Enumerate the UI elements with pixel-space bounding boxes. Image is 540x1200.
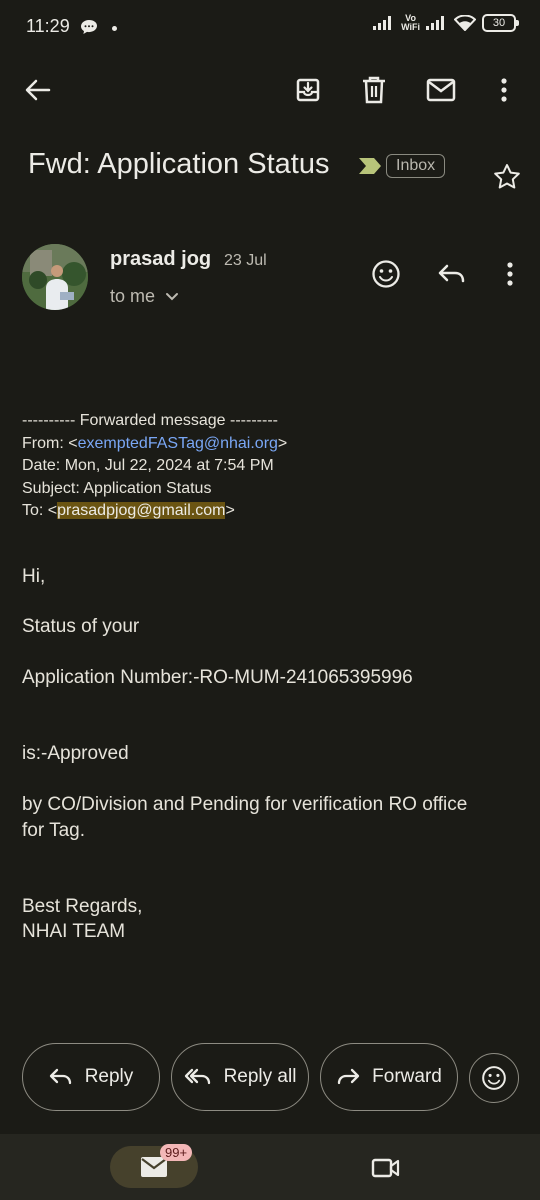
- message-more-button[interactable]: [498, 256, 522, 292]
- body-regards: Best Regards,: [22, 896, 143, 917]
- reply-all-button[interactable]: Reply all: [171, 1043, 309, 1111]
- reply-icon: [438, 264, 465, 283]
- body-approved: is:-Approved: [22, 743, 129, 764]
- delete-button[interactable]: [356, 72, 392, 108]
- wifi-icon: [454, 15, 476, 31]
- forward-label: Forward: [372, 1066, 442, 1087]
- emoji-icon: [372, 260, 400, 288]
- react-emoji-button[interactable]: [368, 256, 404, 292]
- bottom-navigation: [0, 1134, 540, 1200]
- star-icon[interactable]: [493, 163, 521, 191]
- important-marker-icon[interactable]: [358, 156, 382, 176]
- recipient-text: to me: [110, 286, 156, 306]
- more-vert-icon: [507, 262, 513, 286]
- reply-button-header[interactable]: [434, 256, 470, 292]
- recipient-details-toggle[interactable]: to me: [110, 286, 179, 307]
- signal-icon-2: [426, 16, 444, 30]
- body-team: NHAI TEAM: [22, 921, 126, 942]
- back-button[interactable]: [20, 72, 56, 108]
- emoji-icon: [482, 1066, 506, 1090]
- sender-name: prasad jog: [110, 248, 212, 270]
- battery-indicator: 30: [482, 14, 519, 32]
- unread-count-badge: 99+: [160, 1144, 193, 1161]
- mark-unread-icon: [426, 78, 456, 102]
- body-greeting: Hi,: [22, 566, 46, 587]
- chevron-down-icon: [166, 292, 179, 300]
- reply-all-label: Reply all: [223, 1066, 297, 1087]
- nav-meet-tab[interactable]: [366, 1150, 406, 1186]
- forwarded-subject: Subject: Application Status: [22, 479, 212, 497]
- reply-label: Reply: [84, 1066, 134, 1087]
- archive-icon: [296, 78, 320, 102]
- reply-button[interactable]: Reply: [22, 1043, 160, 1111]
- reply-all-icon: [184, 1068, 210, 1085]
- vowifi-indicator: Vo WiFi: [401, 13, 420, 32]
- status-icons: Vo WiFi 30: [373, 13, 519, 32]
- notification-dot: [112, 26, 117, 31]
- forwarded-header: ---------- Forwarded message --------- F…: [22, 410, 287, 523]
- forwarded-to: To: <prasadpjog@gmail.com>: [22, 502, 235, 519]
- sender-avatar[interactable]: [22, 244, 88, 310]
- reply-icon: [49, 1068, 71, 1085]
- archive-button[interactable]: [290, 72, 326, 108]
- status-time: 11:29: [26, 16, 70, 36]
- chat-notification-icon: [81, 20, 97, 34]
- email-date: 23 Jul: [224, 252, 267, 269]
- inbox-label[interactable]: Inbox: [386, 154, 446, 178]
- delete-icon: [363, 76, 385, 104]
- add-reaction-button[interactable]: [469, 1053, 519, 1103]
- forwarded-from: From: <exemptedFASTag@nhai.org>: [22, 434, 288, 452]
- more-options-button[interactable]: [492, 72, 516, 108]
- video-camera-icon: [371, 1158, 400, 1178]
- body-by-line: by CO/Division and Pending for verificat…: [22, 794, 468, 815]
- to-email-highlighted[interactable]: prasadpjog@gmail.com: [57, 502, 226, 519]
- forward-icon: [338, 1068, 360, 1085]
- forward-button[interactable]: Forward: [320, 1043, 458, 1111]
- body-status-of: Status of your: [22, 616, 140, 637]
- from-email-link[interactable]: exemptedFASTag@nhai.org: [78, 435, 278, 452]
- body-application-number: Application Number:-RO-MUM-241065395996: [22, 667, 413, 688]
- more-vert-icon: [501, 78, 507, 102]
- forwarded-date: Date: Mon, Jul 22, 2024 at 7:54 PM: [22, 457, 274, 474]
- back-arrow-icon: [25, 79, 51, 101]
- forwarded-divider: ---------- Forwarded message ---------: [22, 412, 278, 429]
- mark-unread-button[interactable]: [422, 72, 460, 108]
- signal-icon: [373, 16, 392, 30]
- body-for-tag: for Tag.: [22, 820, 86, 841]
- email-subject: Fwd: Application Status: [28, 148, 330, 180]
